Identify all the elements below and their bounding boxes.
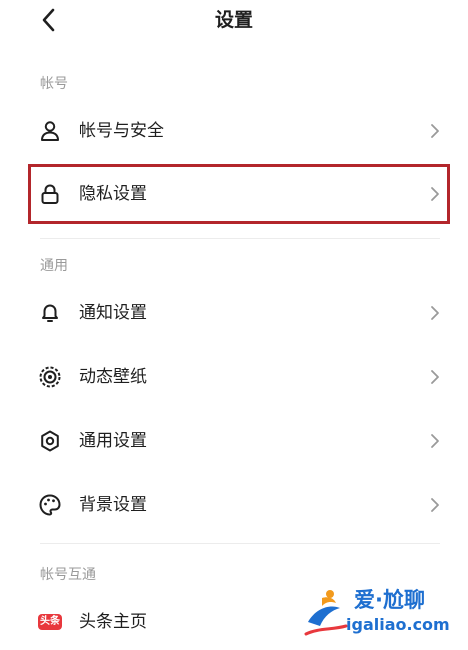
wallpaper-icon <box>38 365 62 389</box>
gear-icon <box>38 429 62 453</box>
chevron-right-icon <box>431 124 439 138</box>
settings-item-label: 动态壁纸 <box>79 367 147 387</box>
section-label-account: 帐号 <box>40 76 68 92</box>
page-title: 设置 <box>214 9 253 31</box>
chevron-right-icon <box>431 370 439 384</box>
chevron-right-icon <box>431 498 439 512</box>
settings-item-account-security[interactable]: 帐号与安全 <box>30 106 452 156</box>
watermark: 爱·尬聊 igaliao.com <box>302 586 462 642</box>
section-label-general: 通用 <box>40 258 68 274</box>
settings-item-wallpaper[interactable]: 动态壁纸 <box>30 352 452 402</box>
settings-item-label: 通用设置 <box>79 431 147 451</box>
watermark-url: igaliao.com <box>346 615 450 634</box>
watermark-logo-icon <box>304 590 348 636</box>
section-divider <box>40 543 440 544</box>
chevron-right-icon <box>431 306 439 320</box>
chevron-right-icon <box>431 187 439 201</box>
chevron-right-icon <box>431 434 439 448</box>
section-label-account-interop: 帐号互通 <box>40 567 96 583</box>
user-icon <box>38 119 62 143</box>
settings-item-label: 通知设置 <box>79 303 147 323</box>
settings-item-label: 隐私设置 <box>79 184 147 204</box>
section-divider <box>40 238 440 239</box>
palette-icon <box>38 493 62 517</box>
settings-item-background[interactable]: 背景设置 <box>30 480 452 530</box>
settings-item-label: 帐号与安全 <box>79 121 164 141</box>
bell-icon <box>38 301 62 325</box>
lock-icon <box>38 182 62 206</box>
settings-item-notification[interactable]: 通知设置 <box>30 288 452 338</box>
settings-item-privacy[interactable]: 隐私设置 <box>30 169 452 219</box>
settings-item-general[interactable]: 通用设置 <box>30 416 452 466</box>
settings-item-label: 背景设置 <box>79 495 147 515</box>
nav-bar: 设置 <box>0 0 468 40</box>
watermark-title: 爱·尬聊 <box>354 588 425 612</box>
settings-item-label: 头条主页 <box>79 612 147 632</box>
toutiao-badge: 头条 <box>38 614 62 630</box>
toutiao-icon: 头条 <box>38 610 62 634</box>
